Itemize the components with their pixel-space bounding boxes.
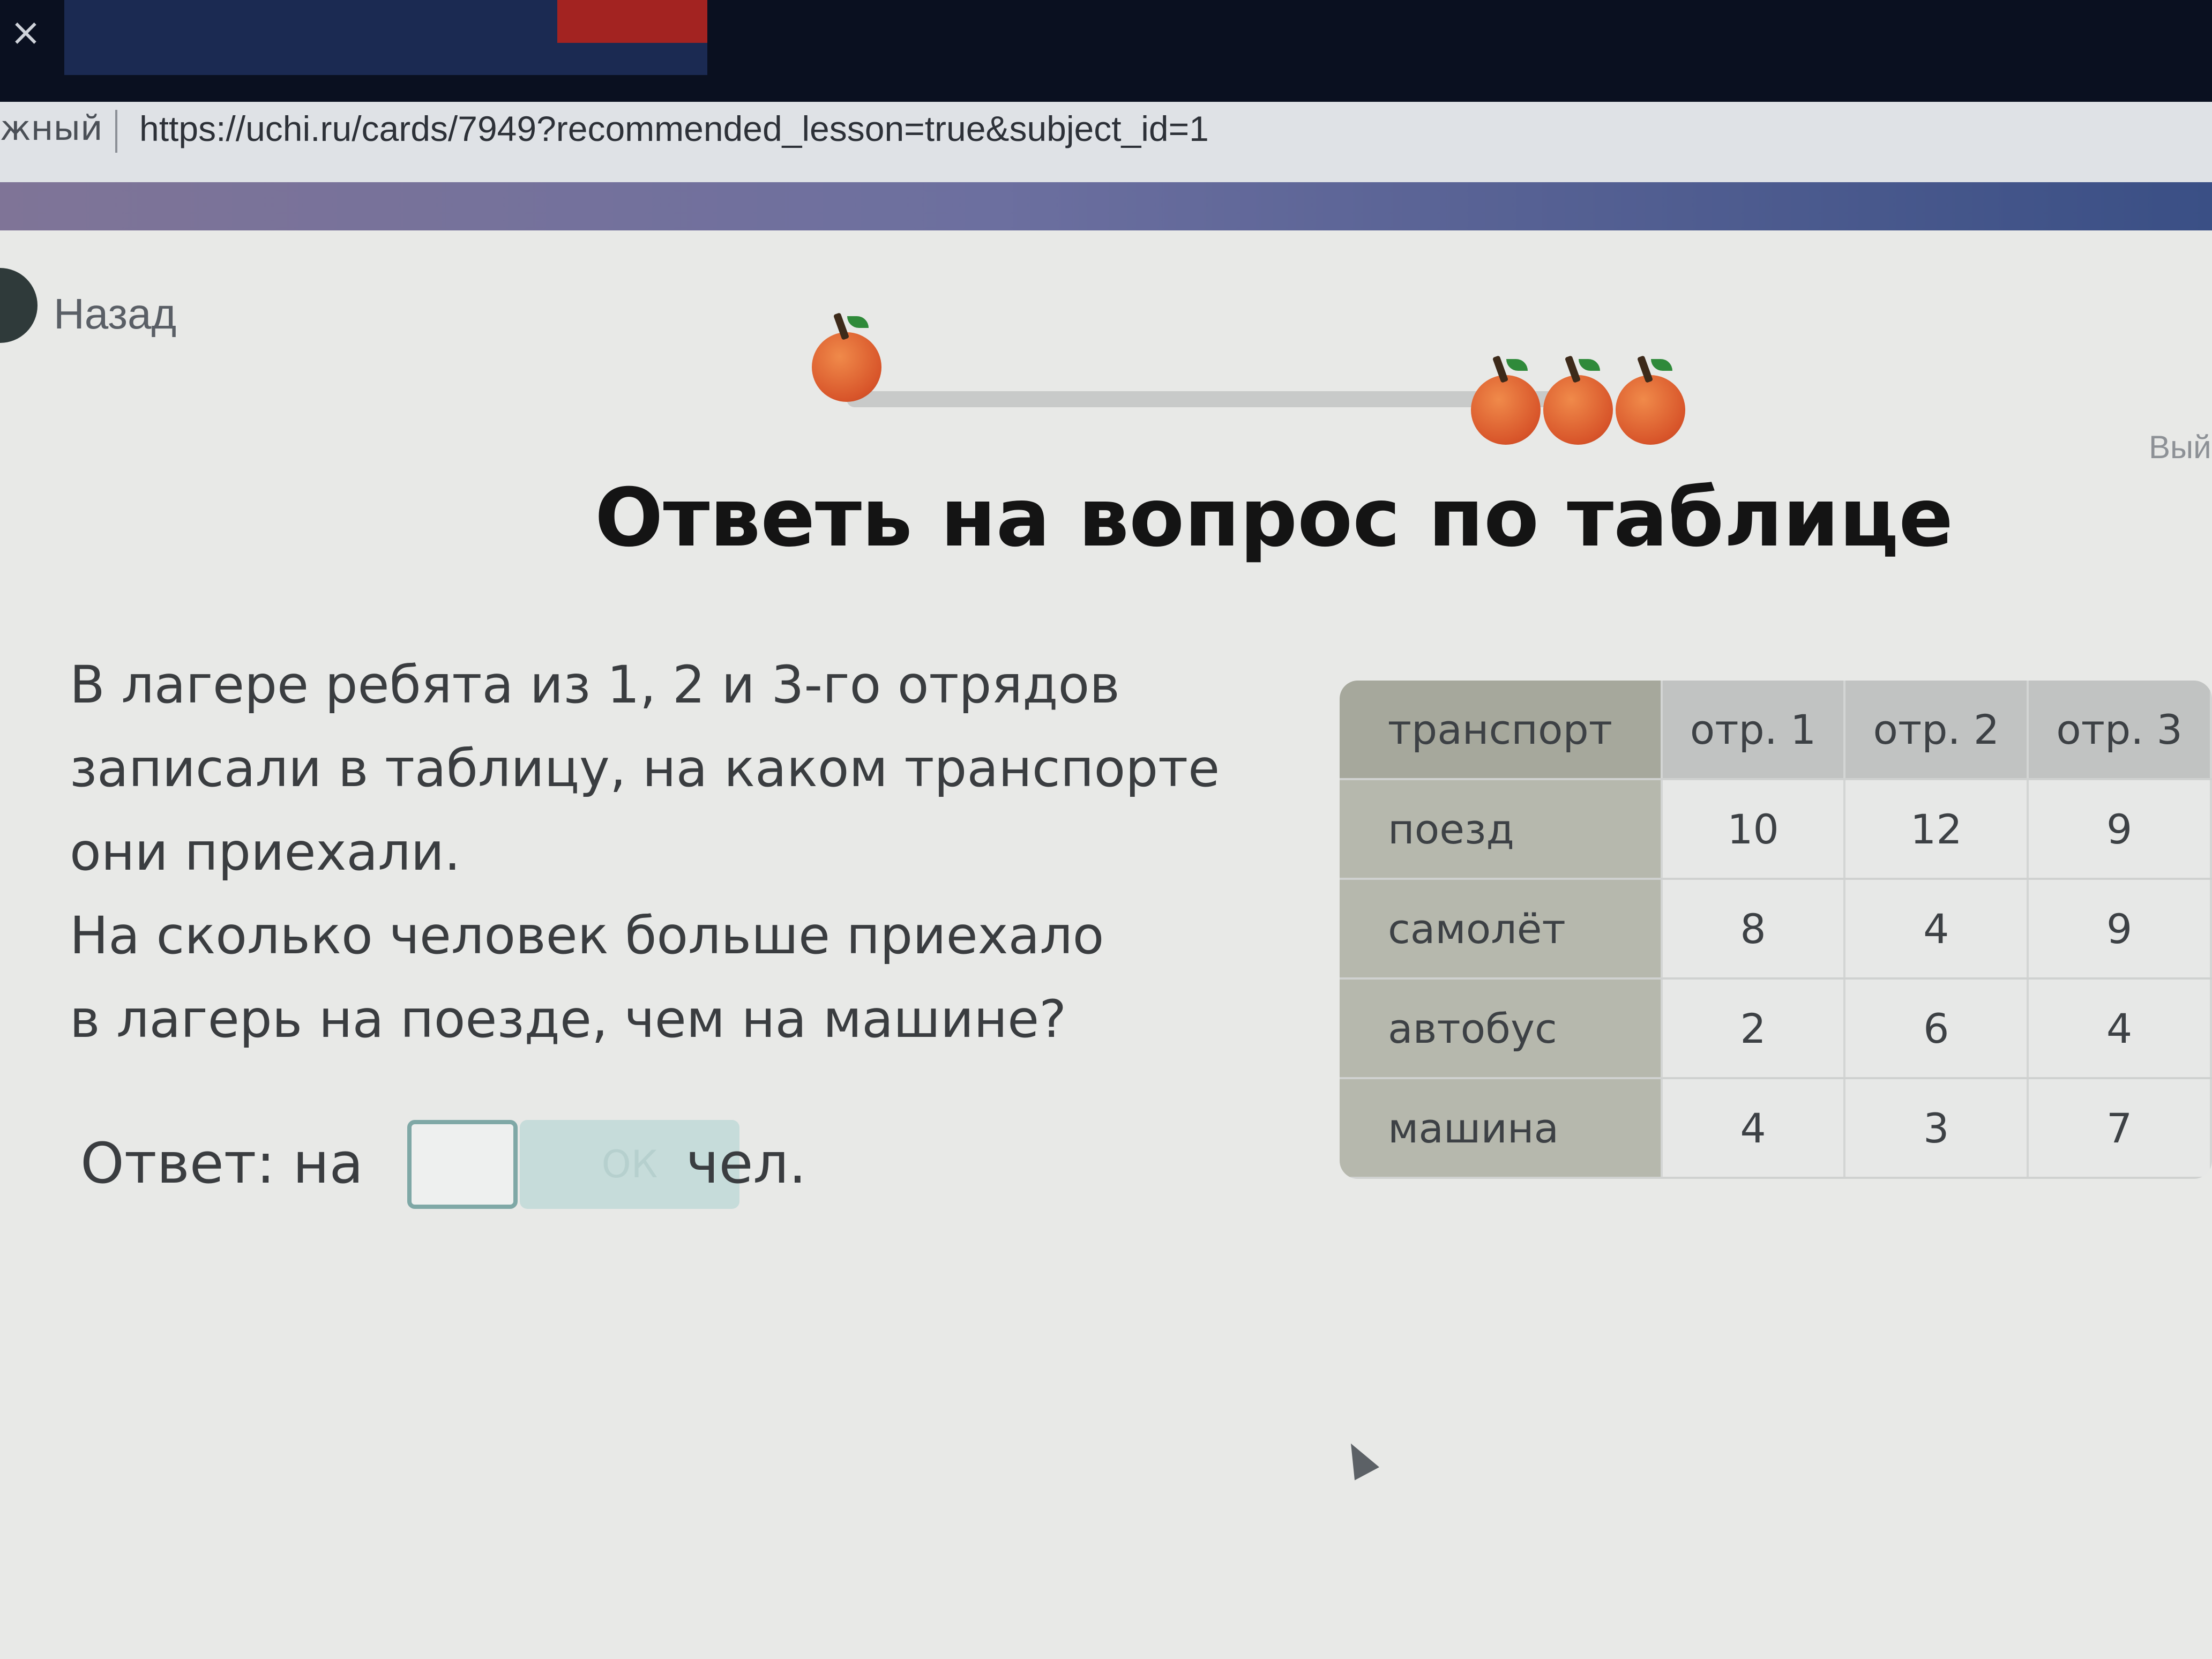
question-line: в лагерь на поезде, чем на машине? [70, 989, 1067, 1049]
transport-table: транспорт отр. 1 отр. 2 отр. 3 поезд 10 … [1340, 681, 2212, 1179]
apple-icon-goal [1543, 359, 1613, 445]
table-cell: 8 [1661, 879, 1846, 980]
table-cell: 9 [2028, 879, 2212, 980]
table-cell: 12 [1844, 779, 2029, 880]
address-bar-divider [115, 110, 117, 153]
exit-link-partial[interactable]: Вый [2149, 429, 2211, 466]
question-line: они приехали. [70, 822, 461, 882]
table-header-cell: отр. 2 [1844, 681, 2029, 780]
table-cell: поезд [1340, 779, 1663, 880]
table-cell: 4 [2028, 978, 2212, 1079]
address-bar-mode-label: жный [0, 109, 103, 148]
browser-tab-highlighted[interactable] [557, 0, 707, 43]
table-header-cell: транспорт [1340, 681, 1663, 780]
table-row: автобус 2 6 4 [1340, 978, 2212, 1079]
table-cell: 4 [1844, 879, 2029, 980]
browser-tab-bar: × [0, 0, 2212, 102]
url-text[interactable]: https://uchi.ru/cards/7949?recommended_l… [139, 107, 1209, 150]
answer-prefix-label: Ответ: на [80, 1131, 364, 1196]
table-cell: 3 [1844, 1078, 2029, 1179]
table-cell: 6 [1844, 978, 2029, 1079]
answer-unit-label: чел. [686, 1131, 806, 1196]
answer-input[interactable] [407, 1120, 518, 1209]
question-line: В лагере ребята из 1, 2 и 3-го отрядов [70, 655, 1120, 715]
table-cell: 10 [1661, 779, 1846, 880]
table-cell: машина [1340, 1078, 1663, 1179]
tab-close-icon[interactable]: × [4, 11, 47, 54]
apple-icon-current [812, 316, 881, 402]
page-title: Ответь на вопрос по таблице [595, 472, 1954, 565]
table-row: поезд 10 12 9 [1340, 779, 2212, 880]
table-header-cell: отр. 3 [2028, 681, 2212, 780]
table-cell: автобус [1340, 978, 1663, 1079]
question-line: На сколько человек больше приехало [70, 906, 1104, 966]
apple-icon-goal [1616, 359, 1685, 445]
site-header-strip [0, 182, 2212, 230]
back-link[interactable]: Назад [54, 289, 176, 339]
table-header-cell: отр. 1 [1661, 681, 1846, 780]
table-cell: 4 [1661, 1078, 1846, 1179]
apple-icon-goal [1471, 359, 1541, 445]
question-text: В лагере ребята из 1, 2 и 3-го отрядов з… [70, 643, 1302, 1061]
table-cell: самолёт [1340, 879, 1663, 980]
table-row: самолёт 8 4 9 [1340, 879, 2212, 980]
table-cell: 2 [1661, 978, 1846, 1079]
table-row: машина 4 3 7 [1340, 1078, 2212, 1179]
table-cell: 7 [2028, 1078, 2212, 1179]
table-header-row: транспорт отр. 1 отр. 2 отр. 3 [1340, 681, 2212, 780]
table-cell: 9 [2028, 779, 2212, 880]
question-line: записали в таблицу, на каком транспорте [70, 738, 1220, 798]
